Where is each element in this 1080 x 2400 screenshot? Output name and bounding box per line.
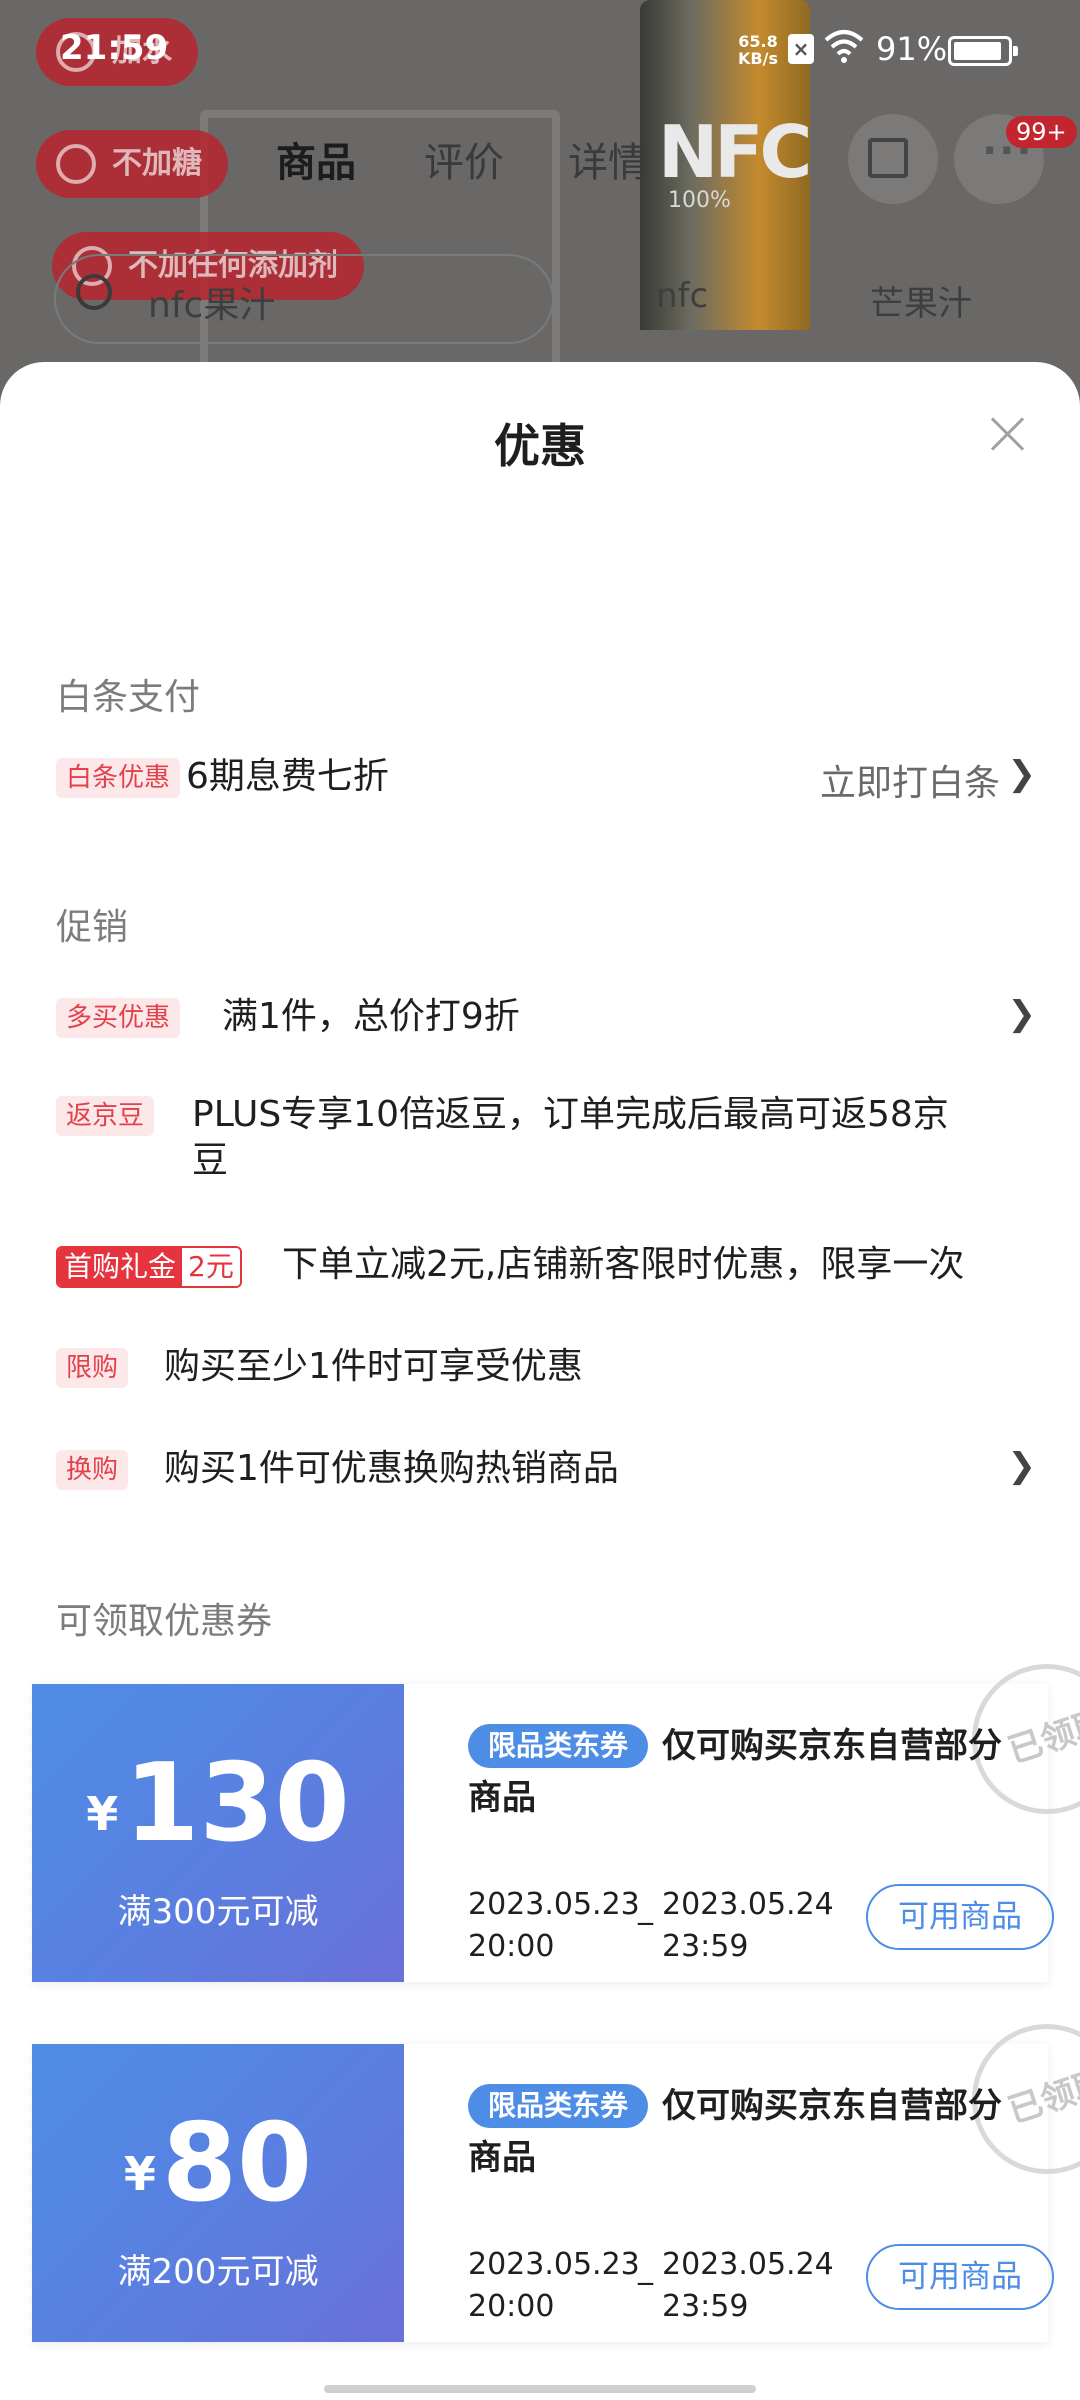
close-icon[interactable] [988,414,1028,454]
coupon-badge: 限品类东券 [468,2084,649,2128]
available-products-button[interactable]: 可用商品 [866,2244,1054,2310]
search-chip[interactable]: 芒果汁 [870,276,972,325]
status-time: 21:59 [60,28,169,68]
status-bar: 21:59 65.8 KB/s × 91% [0,0,1080,100]
tab-goods[interactable]: 商品 [276,130,356,188]
coupon-validity: 2023.05.23 20:00 _ 2023.05.24 23:59 [468,2247,834,2324]
search-text: nfc果汁 [148,285,276,326]
product-logo: NFC [658,110,812,194]
search-icon [76,274,112,310]
baitiao-row[interactable]: 白条优惠 6期息费七折 立即打白条 ❯ [56,754,1036,804]
section-title-baitiao: 白条支付 [56,677,201,718]
home-indicator[interactable] [324,2385,756,2393]
first-purchase-tag: 首购礼金 2元 [56,1246,242,1288]
section-title-coupons: 可领取优惠券 [56,1601,273,1642]
chevron-right-icon: ❯ [1007,754,1037,794]
promo-text: PLUS专享10倍返豆，订单完成后最高可返58京 豆 [192,1094,949,1181]
share-icon [868,138,908,178]
promo-item[interactable]: 换购 购买1件可优惠换购热销商品 ❯ [56,1446,1036,1496]
coupon-card[interactable]: ¥130 满300元可减 已领取 限品类东券 仅可购买京东自营部分商品 2023.… [26,1664,1080,1982]
promo-text: 下单立减2元,店铺新客限时优惠，限享一次 [282,1244,965,1285]
chevron-right-icon: ❯ [1007,994,1037,1034]
promo-tag: 换购 [56,1450,129,1490]
coupon-badge: 限品类东券 [468,1724,649,1768]
coupon-condition: 满200元可减 [117,2252,319,2292]
promo-text: 购买至少1件时可享受优惠 [164,1346,583,1387]
message-badge: 99+ [1006,116,1077,148]
promo-item[interactable]: 多买优惠 满1件，总价打9折 ❯ [56,994,1036,1044]
tab-reviews[interactable]: 评价 [424,130,504,188]
coupon-info-panel: 已领取 限品类东券 仅可购买京东自营部分商品 2023.05.23 20:00 _… [404,1664,1080,1982]
promo-tag: 多买优惠 [56,998,181,1038]
coupon-condition: 满300元可减 [117,1892,319,1932]
section-title-promo: 促销 [56,907,129,948]
no-sim-icon: × [788,34,814,64]
baitiao-tag: 白条优惠 [56,758,181,798]
battery-icon [948,36,1018,66]
coupon-amount: ¥130 [86,1741,350,1866]
feature-tag: 不加糖 [36,130,228,198]
tag-icon [56,144,96,184]
promo-tag: 限购 [56,1348,129,1388]
promo-text: 购买1件可优惠换购热销商品 [164,1448,619,1489]
promotions-sheet: 优惠 白条支付 白条优惠 6期息费七折 立即打白条 ❯ 促销 多买优惠 满1件，… [0,362,1080,2400]
promo-item: 限购 购买至少1件时可享受优惠 [56,1346,1036,1394]
coupon-value-panel: ¥130 满300元可减 [26,1684,404,1982]
sheet-title: 优惠 [494,419,586,473]
available-products-button[interactable]: 可用商品 [866,1884,1054,1950]
coupon-description: 限品类东券 仅可购买京东自营部分商品 [468,2084,1003,2178]
tab-details[interactable]: 详情 [568,130,648,188]
coupon-card[interactable]: ¥80 满200元可减 已领取 限品类东券 仅可购买京东自营部分商品 2023.0… [26,2024,1080,2342]
coupon-validity: 2023.05.23 20:00 _ 2023.05.24 23:59 [468,1887,834,1964]
promo-item: 首购礼金 2元 下单立减2元,店铺新客限时优惠，限享一次 [56,1244,1036,1292]
search-chip[interactable]: nfc [656,276,708,316]
product-sub-label: 100% [668,188,731,213]
chevron-right-icon: ❯ [1007,1446,1037,1486]
coupon-description: 限品类东券 仅可购买京东自营部分商品 [468,1724,1003,1818]
wifi-icon [824,30,864,63]
promo-text: 满1件，总价打9折 [222,996,520,1037]
search-bar[interactable] [54,254,554,344]
promo-item: 返京豆 PLUS专享10倍返豆，订单完成后最高可返58京 豆 [56,1094,1036,1196]
battery-percent: 91% [876,30,948,68]
promo-tag: 返京豆 [56,1096,155,1136]
coupon-amount: ¥80 [123,2101,313,2226]
battery-level [954,42,1002,60]
baitiao-action[interactable]: 立即打白条 [820,754,1000,806]
network-speed: 65.8 KB/s [738,32,778,68]
coupon-info-panel: 已领取 限品类东券 仅可购买京东自营部分商品 2023.05.23 20:00 _… [404,2024,1080,2342]
coupon-value-panel: ¥80 满200元可减 [26,2044,404,2342]
baitiao-text: 6期息费七折 [186,756,389,797]
